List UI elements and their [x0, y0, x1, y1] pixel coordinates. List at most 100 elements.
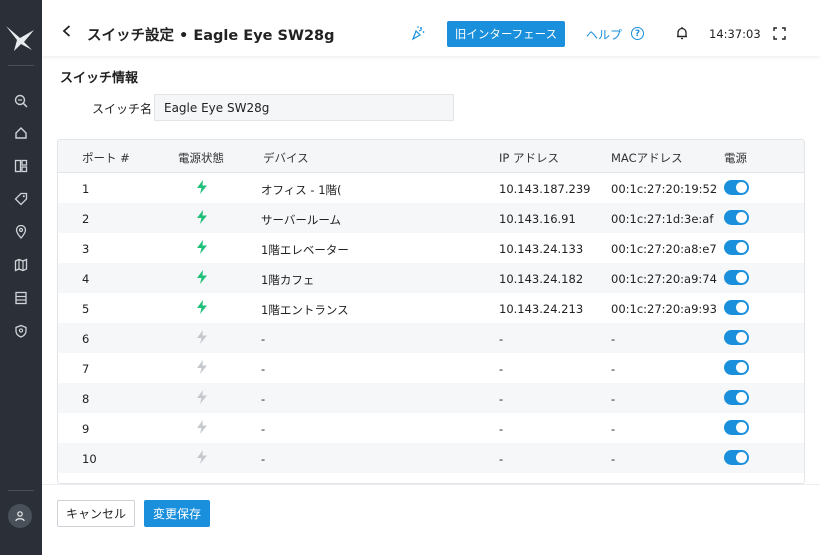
mac-address: 00:1c:27:20:a8:e7 [611, 242, 717, 256]
port-number: 9 [82, 422, 90, 436]
port-number: 3 [82, 242, 90, 256]
power-bolt-icon [196, 390, 208, 407]
port-number: 10 [82, 452, 97, 466]
mac-address: 00:1c:27:20:19:52 [611, 182, 718, 196]
port-number: 1 [82, 182, 90, 196]
device-name: 1階エレベーター [261, 243, 349, 257]
mac-address: 00:1c:27:20:a9:74 [611, 272, 717, 286]
ip-address: - [499, 332, 504, 346]
shield-icon[interactable] [11, 321, 31, 341]
table-row: 1 オフィス - 1階( 10.143.187.239 00:1c:27:20:19:… [58, 173, 804, 203]
footer-bar: キャンセル 変更保存 [42, 484, 820, 555]
back-arrow-icon[interactable] [60, 24, 74, 38]
sidebar [0, 0, 42, 555]
eagle-logo-icon[interactable] [4, 18, 38, 56]
power-toggle[interactable] [724, 300, 749, 315]
port-number: 2 [82, 212, 90, 226]
power-toggle[interactable] [724, 390, 749, 405]
home-icon[interactable] [11, 123, 31, 143]
port-number: 5 [82, 302, 90, 316]
power-bolt-icon [196, 300, 208, 317]
table-body: 1 オフィス - 1階( 10.143.187.239 00:1c:27:20:19:… [58, 173, 804, 473]
device-name: - [261, 362, 266, 376]
power-bolt-icon [196, 240, 208, 257]
power-toggle[interactable] [724, 360, 749, 375]
bell-icon[interactable] [675, 26, 689, 40]
ip-address: - [499, 362, 504, 376]
power-toggle[interactable] [724, 270, 749, 285]
power-bolt-icon [196, 270, 208, 287]
device-name: 1階エントランス [261, 303, 349, 317]
ip-address: 10.143.24.133 [499, 242, 584, 256]
zoom-icon[interactable] [11, 91, 31, 111]
ip-address: - [499, 392, 504, 406]
sidebar-divider [8, 65, 34, 66]
mac-address: - [611, 362, 616, 376]
mac-address: - [611, 422, 616, 436]
mac-address: 00:1c:27:20:a9:93 [611, 302, 717, 316]
column-header-power-status: 電源状態 [178, 151, 224, 165]
save-changes-button[interactable]: 変更保存 [144, 500, 210, 527]
power-bolt-icon [196, 420, 208, 437]
table-header: ポート # 電源状態 デバイス IP アドレス MACアドレス 電源 [58, 140, 804, 173]
port-number: 8 [82, 392, 90, 406]
column-header-mac: MACアドレス [611, 151, 683, 165]
user-icon[interactable] [8, 504, 32, 528]
power-toggle[interactable] [724, 180, 749, 195]
power-bolt-icon [196, 210, 208, 227]
map-icon[interactable] [11, 255, 31, 275]
port-number: 6 [82, 332, 90, 346]
device-name: オフィス - 1階( [261, 183, 342, 197]
cancel-button[interactable]: キャンセル [57, 500, 135, 527]
device-name: - [261, 332, 266, 346]
server-icon[interactable] [11, 288, 31, 308]
power-bolt-icon [196, 450, 208, 467]
mac-address: - [611, 392, 616, 406]
help-link[interactable]: ヘルプ [586, 26, 622, 43]
switch-name-label: スイッチ名 [92, 102, 153, 116]
mac-address: 00:1c:27:1d:3e:af [611, 212, 714, 226]
section-title: スイッチ情報 [60, 71, 139, 86]
party-popper-icon[interactable] [410, 25, 426, 41]
power-toggle[interactable] [724, 210, 749, 225]
table-row: 4 1階カフェ 10.143.24.182 00:1c:27:20:a9:74 [58, 263, 804, 293]
legacy-interface-button[interactable]: 旧インターフェース [447, 21, 565, 47]
power-toggle[interactable] [724, 450, 749, 465]
device-name: サーバールーム [261, 213, 342, 227]
table-row: 2 サーバールーム 10.143.16.91 00:1c:27:1d:3e:af [58, 203, 804, 233]
dashboard-icon[interactable] [11, 156, 31, 176]
fullscreen-icon[interactable] [773, 27, 786, 40]
power-toggle[interactable] [724, 240, 749, 255]
ip-address: - [499, 422, 504, 436]
location-pin-icon[interactable] [11, 222, 31, 242]
power-bolt-icon [196, 180, 208, 197]
table-row: 10 - - - [58, 443, 804, 473]
help-question-icon[interactable]: ? [631, 27, 644, 40]
table-row: 7 - - - [58, 353, 804, 383]
table-row: 9 - - - [58, 413, 804, 443]
ip-address: 10.143.24.213 [499, 302, 584, 316]
ip-address: 10.143.187.239 [499, 182, 591, 196]
device-name: - [261, 422, 266, 436]
switch-name-input[interactable] [154, 94, 454, 121]
ip-address: 10.143.16.91 [499, 212, 576, 226]
power-toggle[interactable] [724, 330, 749, 345]
power-toggle[interactable] [724, 420, 749, 435]
top-header: スイッチ設定 • Eagle Eye SW28g 旧インターフェース ヘルプ ?… [42, 0, 820, 56]
device-name: 1階カフェ [261, 273, 315, 287]
column-header-port: ポート # [82, 151, 130, 165]
port-number: 7 [82, 362, 90, 376]
clock-time: 14:37:03 [709, 27, 761, 41]
mac-address: - [611, 332, 616, 346]
port-table: ポート # 電源状態 デバイス IP アドレス MACアドレス 電源 1 オフィス… [57, 139, 805, 484]
mac-address: - [611, 452, 616, 466]
table-row: 3 1階エレベーター 10.143.24.133 00:1c:27:20:a8:e7 [58, 233, 804, 263]
device-name: - [261, 392, 266, 406]
column-header-device: デバイス [263, 151, 309, 165]
ip-address: 10.143.24.182 [499, 272, 584, 286]
table-row: 5 1階エントランス 10.143.24.213 00:1c:27:20:a9:93 [58, 293, 804, 323]
column-header-ip: IP アドレス [499, 151, 559, 165]
sidebar-divider [8, 490, 34, 491]
tag-icon[interactable] [11, 189, 31, 209]
page-title: スイッチ設定 • Eagle Eye SW28g [87, 28, 335, 44]
